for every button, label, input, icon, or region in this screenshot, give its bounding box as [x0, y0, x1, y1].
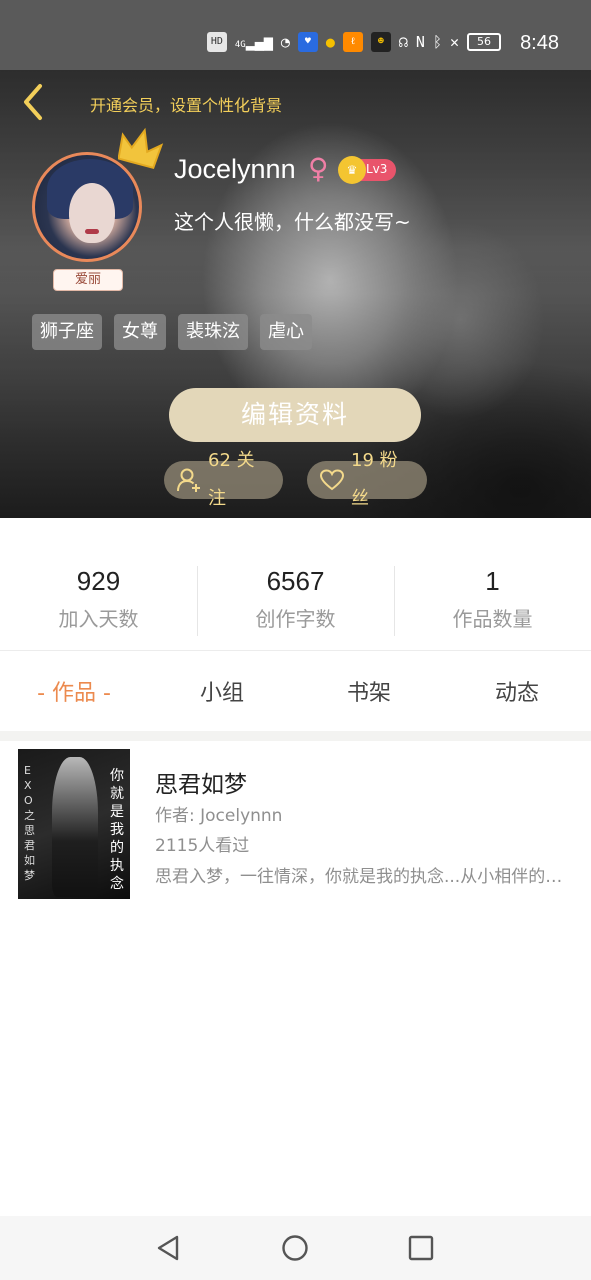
- profile-header: 开通会员，设置个性化背景 爱丽 Jocelynnn ♀ ♛ Lv3 这个人很懒，…: [0, 70, 591, 518]
- heart-icon: [319, 469, 345, 491]
- gender-female-icon: ♀: [308, 152, 329, 185]
- headphones-icon: ☊: [398, 33, 408, 51]
- crown-icon: [118, 127, 164, 170]
- stat-work-count: 1 作品数量: [394, 566, 591, 632]
- battery-icon: 56: [467, 33, 501, 51]
- app-icon-blue: ♥: [297, 32, 318, 52]
- cover-figure: [52, 757, 98, 897]
- app-icon-orange: ℓ: [342, 32, 363, 52]
- signal-label: 4G: [234, 40, 246, 50]
- tab-bookshelf[interactable]: 书架: [341, 675, 397, 707]
- tag-item[interactable]: 女尊: [114, 314, 166, 350]
- cover-left-text: EXO之思君如梦: [24, 764, 35, 882]
- tag-item[interactable]: 虐心: [260, 314, 312, 350]
- header-background: [0, 70, 591, 518]
- fans-count: 19 粉丝: [351, 450, 398, 509]
- stat-value: 6567: [266, 566, 325, 596]
- edit-profile-button[interactable]: 编辑资料: [169, 388, 421, 442]
- work-views: 2115人看过: [155, 836, 250, 856]
- section-separator: [0, 731, 591, 741]
- app-screen: HD 4G▂▄▆ ◔ ♥ ● ℓ ☻ ☊ N ᛒ ✕ 56 8:48 开通会员，…: [0, 0, 591, 1280]
- back-button[interactable]: [16, 82, 52, 122]
- tag-list: 狮子座 女尊 裴珠泫 虐心: [32, 314, 312, 350]
- book-cover[interactable]: EXO之思君如梦 你就是我的执念: [18, 749, 130, 899]
- tab-works[interactable]: - 作品 -: [26, 675, 122, 707]
- stats-panel: 929 加入天数 6567 创作字数 1 作品数量: [0, 518, 591, 650]
- vip-background-link[interactable]: 开通会员，设置个性化背景: [90, 92, 282, 116]
- stat-label: 创作字数: [255, 607, 336, 631]
- add-user-icon: [177, 468, 200, 492]
- stat-value: 1: [485, 566, 500, 596]
- fans-button[interactable]: 19 粉丝: [307, 450, 427, 509]
- recents-square-icon[interactable]: [405, 1232, 437, 1264]
- system-nav-bar: [0, 1216, 591, 1280]
- app-icon-dark: ☻: [370, 32, 391, 52]
- signal-icon: 4G▂▄▆: [234, 33, 273, 51]
- nfc-icon: N: [415, 33, 425, 51]
- bio: 这个人很懒，什么都没写~: [174, 210, 411, 234]
- stat-word-count: 6567 创作字数: [197, 566, 394, 632]
- stat-value: 929: [76, 566, 121, 596]
- work-title[interactable]: 思君如梦: [155, 765, 247, 799]
- home-circle-icon[interactable]: [279, 1232, 311, 1264]
- tab-bar: - 作品 - 小组 书架 动态: [0, 651, 591, 731]
- following-button[interactable]: 62 关注: [164, 450, 283, 509]
- status-icons: HD 4G▂▄▆ ◔ ♥ ● ℓ ☻ ☊ N ᛒ ✕ 56: [206, 32, 501, 52]
- tab-activity[interactable]: 动态: [489, 675, 545, 707]
- work-author: 作者: Jocelynnn: [155, 806, 283, 826]
- tag-item[interactable]: 裴珠泫: [178, 314, 248, 350]
- hd-icon: HD: [206, 32, 227, 52]
- level-crown-icon: ♛: [338, 156, 366, 184]
- avatar-tag: 爱丽: [53, 269, 123, 291]
- back-triangle-icon[interactable]: [153, 1232, 185, 1264]
- mute-icon: ✕: [449, 33, 459, 51]
- stat-label: 加入天数: [58, 607, 139, 631]
- avatar-lips: [85, 229, 99, 234]
- tab-groups[interactable]: 小组: [194, 675, 250, 707]
- wifi-icon: ◔: [280, 33, 290, 51]
- level-text: Lv3: [366, 162, 388, 176]
- tag-item[interactable]: 狮子座: [32, 314, 102, 350]
- status-bar: HD 4G▂▄▆ ◔ ♥ ● ℓ ☻ ☊ N ᛒ ✕ 56 8:48: [0, 0, 591, 70]
- username: Jocelynnn: [174, 154, 296, 184]
- avatar-face: [69, 183, 115, 243]
- stat-join-days: 929 加入天数: [0, 566, 197, 632]
- work-card[interactable]: EXO之思君如梦 你就是我的执念 思君如梦 作者: Jocelynnn 2115…: [8, 741, 582, 908]
- work-description: 思君入梦，一往情深，你就是我的执念...从小相伴的青梅竹马: [155, 867, 565, 887]
- status-time: 8:48: [520, 32, 559, 54]
- bluetooth-icon: ᛒ: [432, 33, 442, 51]
- stat-label: 作品数量: [452, 607, 533, 631]
- cover-right-text: 你就是我的执念: [110, 768, 124, 892]
- following-count: 62 关注: [208, 450, 255, 509]
- chevron-left-icon: [24, 84, 42, 120]
- app-icon-yellow: ●: [325, 33, 335, 51]
